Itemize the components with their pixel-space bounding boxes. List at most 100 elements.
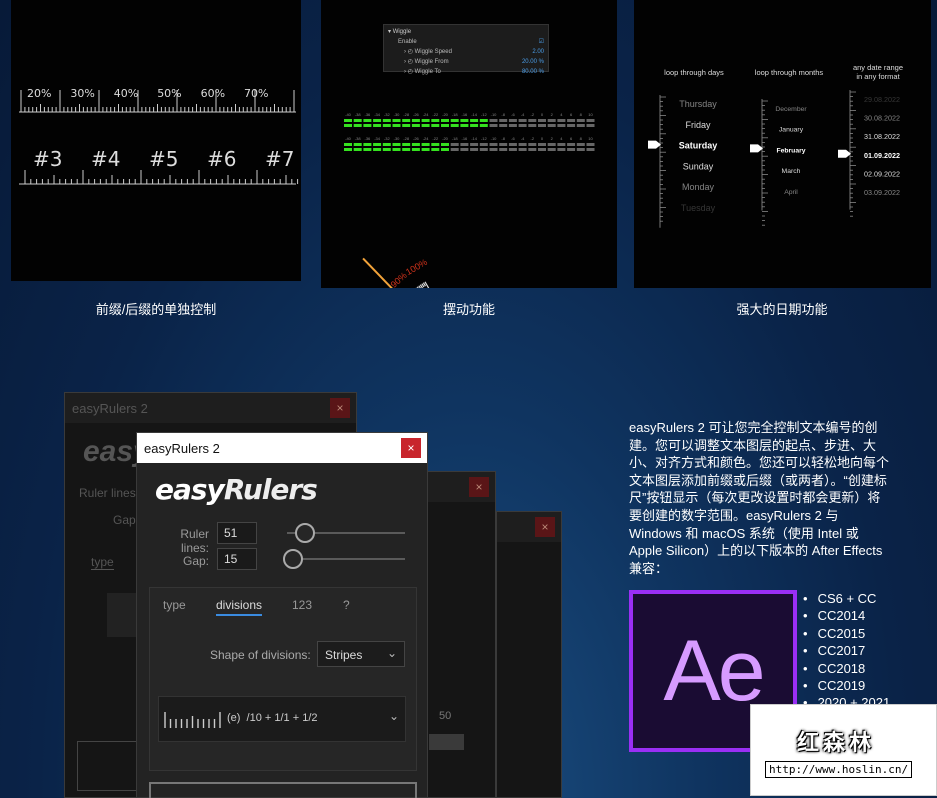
meter-segment <box>441 124 449 127</box>
meter-segment <box>586 148 595 151</box>
meter-segment <box>431 124 440 127</box>
wiggle-prop-value[interactable]: ☑ <box>539 37 544 47</box>
meter-segment <box>460 143 469 146</box>
meter-label: 2 <box>551 136 554 141</box>
watermark-url: http://www.hoslin.cn/ <box>765 761 913 778</box>
meter-label: -40 <box>345 112 352 117</box>
gap-input[interactable]: 15 <box>217 548 257 570</box>
meter-segment <box>557 148 566 151</box>
meter-segment <box>421 148 430 151</box>
chevron-down-icon: ⌄ <box>386 646 397 660</box>
meter-segment <box>392 143 401 146</box>
version-item: CC2019 <box>803 677 890 694</box>
shape-select-value: Stripes <box>325 648 363 662</box>
meter-segment <box>450 119 459 122</box>
tab-123[interactable]: 123 <box>292 598 312 612</box>
meter-segment <box>382 119 391 122</box>
meter-segment <box>382 143 391 146</box>
meter-segment <box>499 143 508 146</box>
wiggle-prop-row: › ◴ Wiggle To 80.00 % <box>388 67 544 77</box>
shape-select[interactable]: Stripes ⌄ <box>317 641 405 667</box>
meter-segment <box>538 124 546 127</box>
dial-tick <box>424 281 430 288</box>
day-item: Thursday <box>679 99 717 109</box>
meter-label: -24 <box>423 136 430 141</box>
meter-segment <box>363 119 372 122</box>
meter-label: -26 <box>413 112 420 117</box>
meter-segment <box>586 143 595 146</box>
ruler-lines-slider-knob[interactable] <box>294 523 315 543</box>
meter-segment <box>528 143 537 146</box>
month-item: December <box>775 106 807 113</box>
date-col3-head: in any format <box>856 72 900 81</box>
meter-segment <box>508 148 517 151</box>
day-item: Friday <box>685 120 711 130</box>
ruler-percent-label: 50% <box>157 87 181 100</box>
meter-label: -36 <box>365 136 372 141</box>
meter-label: -8 <box>501 136 505 141</box>
meter-segment <box>441 119 449 122</box>
gap-slider-track[interactable] <box>287 558 405 560</box>
meter-label: 10 <box>588 136 593 141</box>
tab-divisions[interactable]: divisions <box>216 598 263 616</box>
meter-segment <box>353 124 362 127</box>
version-item: CC2017 <box>803 642 890 659</box>
meter-segment <box>353 148 362 151</box>
wiggle-prop-value: 20.00 % <box>521 59 544 65</box>
meter-segment <box>402 119 411 122</box>
meter-segment <box>479 119 488 122</box>
close-button[interactable]: × <box>401 438 421 458</box>
meter-segment <box>344 119 352 122</box>
tab-type[interactable]: type <box>91 555 114 570</box>
meter-segment <box>450 148 459 151</box>
create-ruler-button[interactable] <box>149 782 417 798</box>
background-window-2: × 50 <box>420 471 496 798</box>
meter-segment <box>353 143 362 146</box>
ruler-demo-panel: 20% 30% 40% 50% 60% 70% #3 #4 #5 #6 #7 <box>11 0 301 281</box>
window-titlebar: × <box>421 472 495 502</box>
meter-label: -10 <box>491 112 498 117</box>
meter-label: -32 <box>384 112 391 117</box>
meter-label: -22 <box>432 136 439 141</box>
date-pointer-icon <box>648 140 661 149</box>
meter-label: 0 <box>541 136 544 141</box>
meter-segment <box>499 148 508 151</box>
tab-type[interactable]: type <box>163 598 186 612</box>
meter-segment <box>479 143 488 146</box>
divisions-preset-select[interactable]: (e) /10 + 1/1 + 1/2 ⌄ <box>158 696 406 742</box>
ruler-percent-label: 20% <box>27 87 51 100</box>
date-illustration: loop through days loop through months any … <box>648 63 903 228</box>
gap-slider-knob[interactable] <box>282 549 303 569</box>
meter-segment <box>547 143 556 146</box>
caption-dates: 强大的日期功能 <box>736 302 828 317</box>
meter-label: -34 <box>374 136 381 141</box>
tab-help[interactable]: ? <box>343 598 350 612</box>
dial-label: 100% <box>404 257 429 277</box>
meter-segment <box>538 143 546 146</box>
meter-segment <box>411 124 420 127</box>
ruler-percent-label: 60% <box>201 87 225 100</box>
meter-label: -16 <box>462 136 469 141</box>
day-item: Tuesday <box>681 203 716 213</box>
meter-segment <box>489 119 498 122</box>
ruler-lines-label: Ruler lines: <box>79 486 140 500</box>
meter-segment <box>431 119 440 122</box>
meter-label: -12 <box>481 112 488 117</box>
meter-segment <box>518 148 527 151</box>
meter-segment <box>518 119 527 122</box>
meter-segment <box>576 143 585 146</box>
date-col1-head: loop through days <box>664 68 724 77</box>
date-demo-panel: loop through days loop through months any … <box>634 0 931 288</box>
meter-segment <box>499 124 508 127</box>
close-button[interactable]: × <box>330 398 350 418</box>
meter-label: 6 <box>570 112 573 117</box>
close-button[interactable]: × <box>469 477 489 497</box>
meter-segment <box>421 124 430 127</box>
meter-segment <box>460 119 469 122</box>
watermark: 红森林 http://www.hoslin.cn/ <box>750 704 937 796</box>
ruler-lines-input[interactable]: 51 <box>217 522 257 544</box>
close-button[interactable]: × <box>535 517 555 537</box>
meter-label: -38 <box>355 136 362 141</box>
meter-label: -8 <box>501 112 505 117</box>
side-value: 50 <box>439 710 452 722</box>
